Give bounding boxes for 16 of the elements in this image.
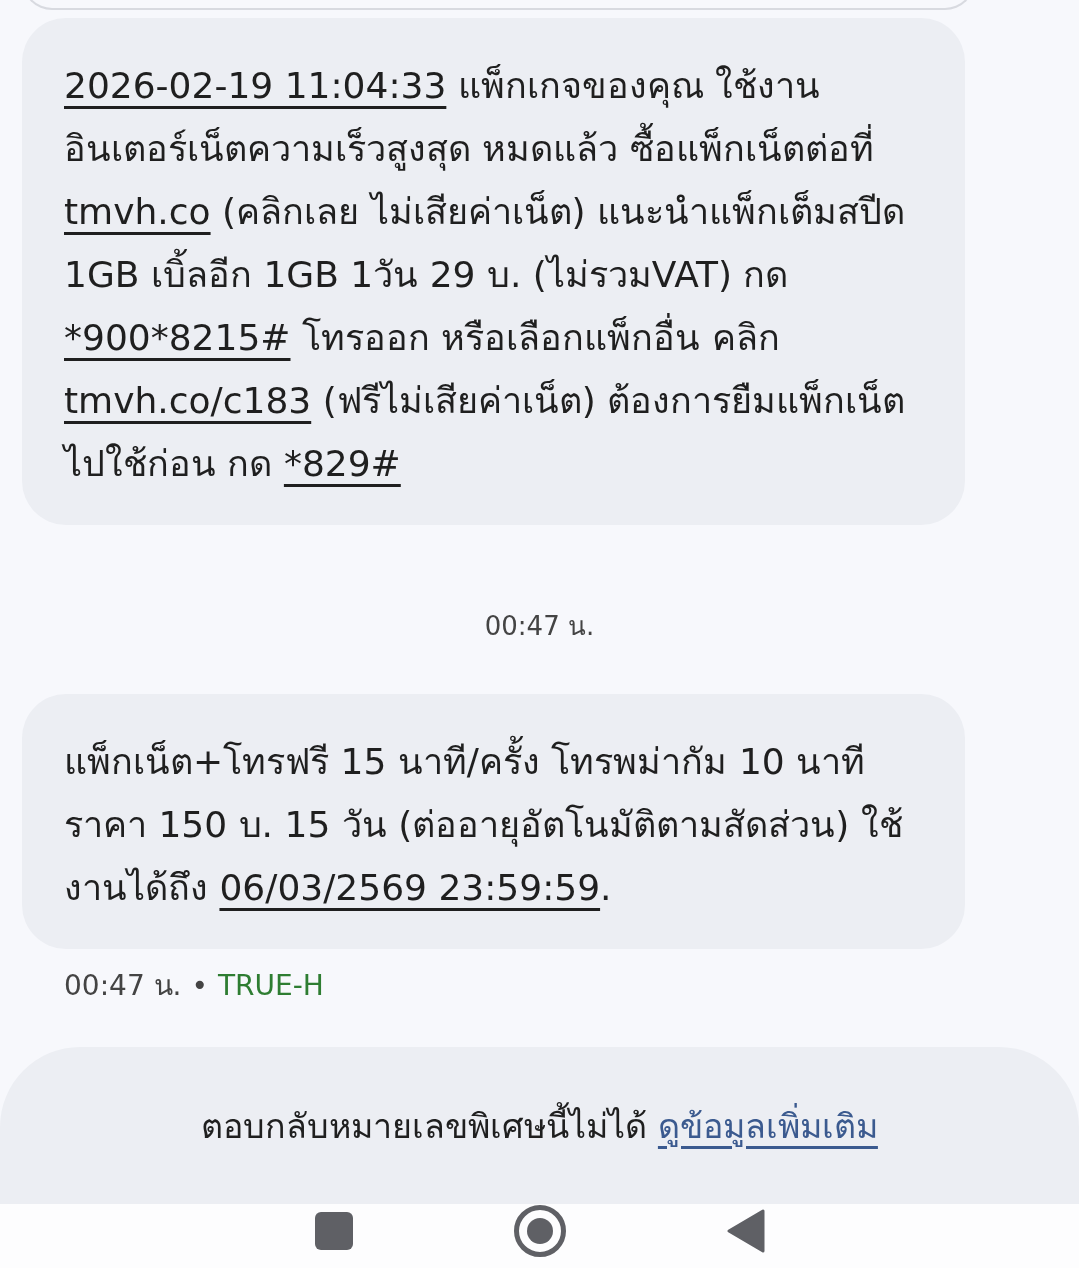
more-info-link[interactable]: ดูข้อมูลเพิ่มเติม bbox=[657, 1105, 878, 1146]
timestamp: 00:47 น. bbox=[484, 610, 595, 643]
reply-notice: ตอบกลับหมายเลขพิเศษนี้ไม่ได้ ดูข้อมูลเพิ่มเติม bbox=[201, 1098, 878, 1153]
back-icon[interactable] bbox=[726, 1209, 765, 1253]
message-link[interactable]: *900*8215# bbox=[64, 317, 291, 358]
recents-icon[interactable] bbox=[314, 1212, 353, 1250]
timestamp: 00:47 น. bbox=[64, 968, 182, 1004]
message-link[interactable]: 2026-02-19 11:04:33 bbox=[64, 65, 447, 106]
message-text: แพ็กเน็ต+โทรฟรี 15 นาที/ครั้ง โทรพม่ากัม 10 นาที ราคา 150 บ. 15 วัน (ต่ออายุอัตโนมัติตามสัดส่วน) ใช้งานได้ถึง 06/03/2569 23:59:59. bbox=[64, 730, 925, 919]
sender-name: TRUE-H bbox=[218, 968, 324, 1002]
separator-dot: • bbox=[191, 968, 208, 1002]
message-link[interactable]: 06/03/2569 23:59:59 bbox=[219, 867, 601, 908]
message-link[interactable]: *829# bbox=[283, 443, 401, 484]
message-link[interactable]: tmvh.co/c183 bbox=[64, 380, 312, 421]
message-link[interactable]: tmvh.co bbox=[64, 191, 211, 232]
home-icon[interactable] bbox=[512, 1204, 567, 1258]
